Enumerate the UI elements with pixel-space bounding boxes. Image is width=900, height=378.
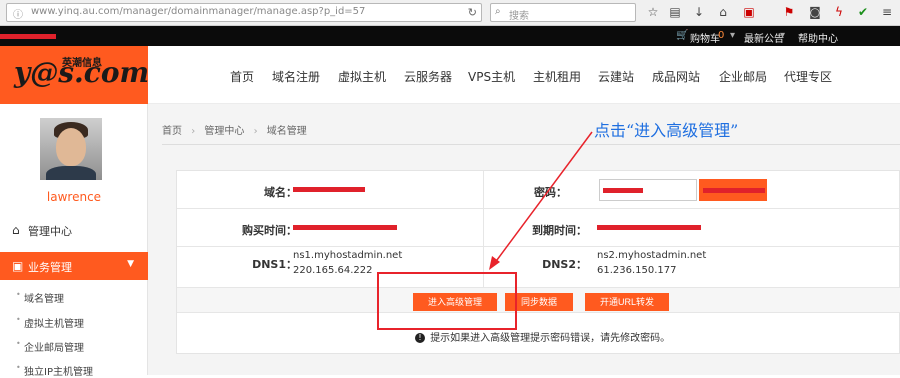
redacted-expire-time bbox=[597, 225, 701, 230]
library-icon[interactable]: ▤ bbox=[668, 5, 682, 19]
sidebar-subitem-dedicated-ip[interactable]: 独立IP主机管理 bbox=[16, 363, 93, 378]
notice-link[interactable]: 最新公告 bbox=[744, 30, 784, 45]
action-bar: 进入高级管理 同步数据 开通URL转发 bbox=[177, 287, 900, 313]
logo-cn-text: 英潮信息 bbox=[62, 58, 102, 69]
expire-time-label: 到期时间： bbox=[532, 224, 587, 237]
chevron-down-icon: ▼ bbox=[127, 259, 134, 269]
domain-info-panel: 域名： 密码： 购买时间： 到期时间： DNS1： ns1.myhostadmi… bbox=[176, 170, 900, 354]
sidebar-item-label: 管理中心 bbox=[28, 225, 72, 238]
breadcrumb-manage[interactable]: 管理中心 bbox=[204, 126, 244, 137]
username[interactable]: lawrence bbox=[0, 190, 148, 204]
search-icon: ⌕ bbox=[495, 6, 501, 17]
dns1-host: ns1.myhostadmin.net bbox=[293, 250, 403, 261]
divider bbox=[162, 144, 900, 145]
redacted-password bbox=[603, 188, 643, 193]
address-bar[interactable]: ⓘ www.yinq.au.com/manager/domainmanager/… bbox=[6, 3, 482, 22]
dns2-label: DNS2： bbox=[542, 258, 587, 271]
reload-icon[interactable]: ↻ bbox=[468, 6, 477, 19]
briefcase-icon: ▣ bbox=[12, 259, 24, 273]
addon-icon[interactable]: ▣ bbox=[742, 5, 756, 19]
redacted-mark bbox=[0, 34, 56, 39]
sidebar-subitem-hosting[interactable]: 虚拟主机管理 bbox=[16, 315, 84, 330]
dns1-ip: 220.165.64.222 bbox=[293, 265, 373, 276]
avatar-face bbox=[56, 128, 86, 166]
buy-time-label: 购买时间： bbox=[242, 224, 297, 237]
highlight-box bbox=[377, 272, 517, 330]
address-text: www.yinq.au.com/manager/domainmanager/ma… bbox=[31, 6, 366, 17]
cart-dropdown-icon[interactable]: ▾ bbox=[730, 30, 735, 41]
main-content: 首页 › 管理中心 › 域名管理 域名： 密码： 购买时间： 到期时间： DNS… bbox=[148, 104, 900, 375]
breadcrumb-sep: › bbox=[253, 126, 258, 137]
redacted-buy-time bbox=[293, 225, 397, 230]
nav-item-domain[interactable]: 域名注册 bbox=[272, 68, 320, 85]
sidebar-item-label: 业务管理 bbox=[28, 261, 72, 274]
breadcrumb-sep: › bbox=[191, 126, 196, 137]
flash-icon[interactable]: ϟ bbox=[832, 5, 846, 19]
home-icon: ⌂ bbox=[12, 223, 20, 237]
menu-icon[interactable]: ≡ bbox=[880, 5, 894, 19]
redacted-domain bbox=[293, 187, 365, 192]
home-browser-icon[interactable]: ⌂ bbox=[716, 5, 730, 19]
domain-info-grid: 域名： 密码： 购买时间： 到期时间： DNS1： ns1.myhostadmi… bbox=[177, 171, 900, 287]
domain-label: 域名： bbox=[264, 186, 297, 199]
dns1-label: DNS1： bbox=[252, 258, 297, 271]
nav-item-ready-sites[interactable]: 成品网站 bbox=[652, 68, 700, 85]
warning-icon: ! bbox=[415, 333, 425, 343]
url-forward-button[interactable]: 开通URL转发 bbox=[585, 293, 669, 311]
dns2-host: ns2.myhostadmin.net bbox=[597, 250, 707, 261]
avatar-shirt bbox=[46, 166, 96, 180]
dns2-ip: 61.236.150.177 bbox=[597, 265, 677, 276]
password-label: 密码： bbox=[534, 186, 567, 199]
sidebar: lawrence ⌂ 管理中心 ▣ 业务管理 ▼ 域名管理 虚拟主机管理 企业邮… bbox=[0, 104, 148, 378]
nav-item-agent[interactable]: 代理专区 bbox=[784, 68, 832, 85]
site-header: y@s.com 英潮信息 首页 域名注册 虚拟主机 云服务器 VPS主机 主机租… bbox=[0, 46, 900, 104]
sidebar-item-manage-center[interactable]: ⌂ 管理中心 bbox=[0, 216, 148, 244]
addon-flag-icon[interactable]: ⚑ bbox=[782, 5, 796, 19]
sidebar-subitem-domain[interactable]: 域名管理 bbox=[16, 290, 64, 305]
nav-item-mail[interactable]: 企业邮局 bbox=[719, 68, 767, 85]
cart-icon: 🛒 bbox=[676, 30, 689, 41]
sidebar-item-business[interactable]: ▣ 业务管理 ▼ bbox=[0, 252, 148, 280]
breadcrumb-home[interactable]: 首页 bbox=[162, 126, 182, 137]
cart-link[interactable]: 购物车 bbox=[690, 30, 720, 45]
notice-dropdown-icon[interactable]: ▾ bbox=[780, 30, 785, 41]
sidebar-subitem-mail[interactable]: 企业邮局管理 bbox=[16, 339, 84, 354]
nav-item-cloud-server[interactable]: 云服务器 bbox=[404, 68, 452, 85]
nav-item-server-rental[interactable]: 主机租用 bbox=[533, 68, 581, 85]
download-icon[interactable]: ↓ bbox=[692, 5, 706, 19]
annotation-text: 点击“进入高级管理” bbox=[594, 121, 739, 140]
hint-text: ! 提示如果进入高级管理提示密码错误，请先修改密码。 bbox=[415, 329, 670, 344]
site-topbar: 🛒 购物车 0 ▾ 最新公告 ▾ 帮助中心 bbox=[0, 26, 900, 46]
breadcrumb-current: 域名管理 bbox=[266, 126, 307, 137]
hint-message: 提示如果进入高级管理提示密码错误，请先修改密码。 bbox=[430, 333, 671, 344]
breadcrumb: 首页 › 管理中心 › 域名管理 bbox=[162, 122, 307, 137]
bookmark-star-icon[interactable]: ☆ bbox=[646, 5, 660, 19]
redacted-button-text bbox=[703, 188, 765, 193]
nav-item-home[interactable]: 首页 bbox=[230, 68, 254, 85]
help-link[interactable]: 帮助中心 bbox=[798, 30, 838, 45]
nav-item-vps[interactable]: VPS主机 bbox=[468, 68, 515, 85]
pocket-icon[interactable]: ◙ bbox=[808, 5, 822, 19]
shield-addon-icon[interactable]: ✔ bbox=[856, 5, 870, 19]
nav-item-hosting[interactable]: 虚拟主机 bbox=[338, 68, 386, 85]
avatar[interactable] bbox=[40, 118, 102, 180]
globe-icon: ⓘ bbox=[13, 10, 23, 21]
cart-count: 0 bbox=[718, 30, 725, 41]
browser-toolbar: ⓘ www.yinq.au.com/manager/domainmanager/… bbox=[0, 0, 900, 26]
site-logo[interactable]: y@s.com 英潮信息 bbox=[0, 46, 149, 104]
browser-search-box[interactable]: ⌕ 搜索 bbox=[490, 3, 636, 22]
browser-search-placeholder: 搜索 bbox=[509, 11, 529, 22]
nav-item-site-builder[interactable]: 云建站 bbox=[598, 68, 634, 85]
